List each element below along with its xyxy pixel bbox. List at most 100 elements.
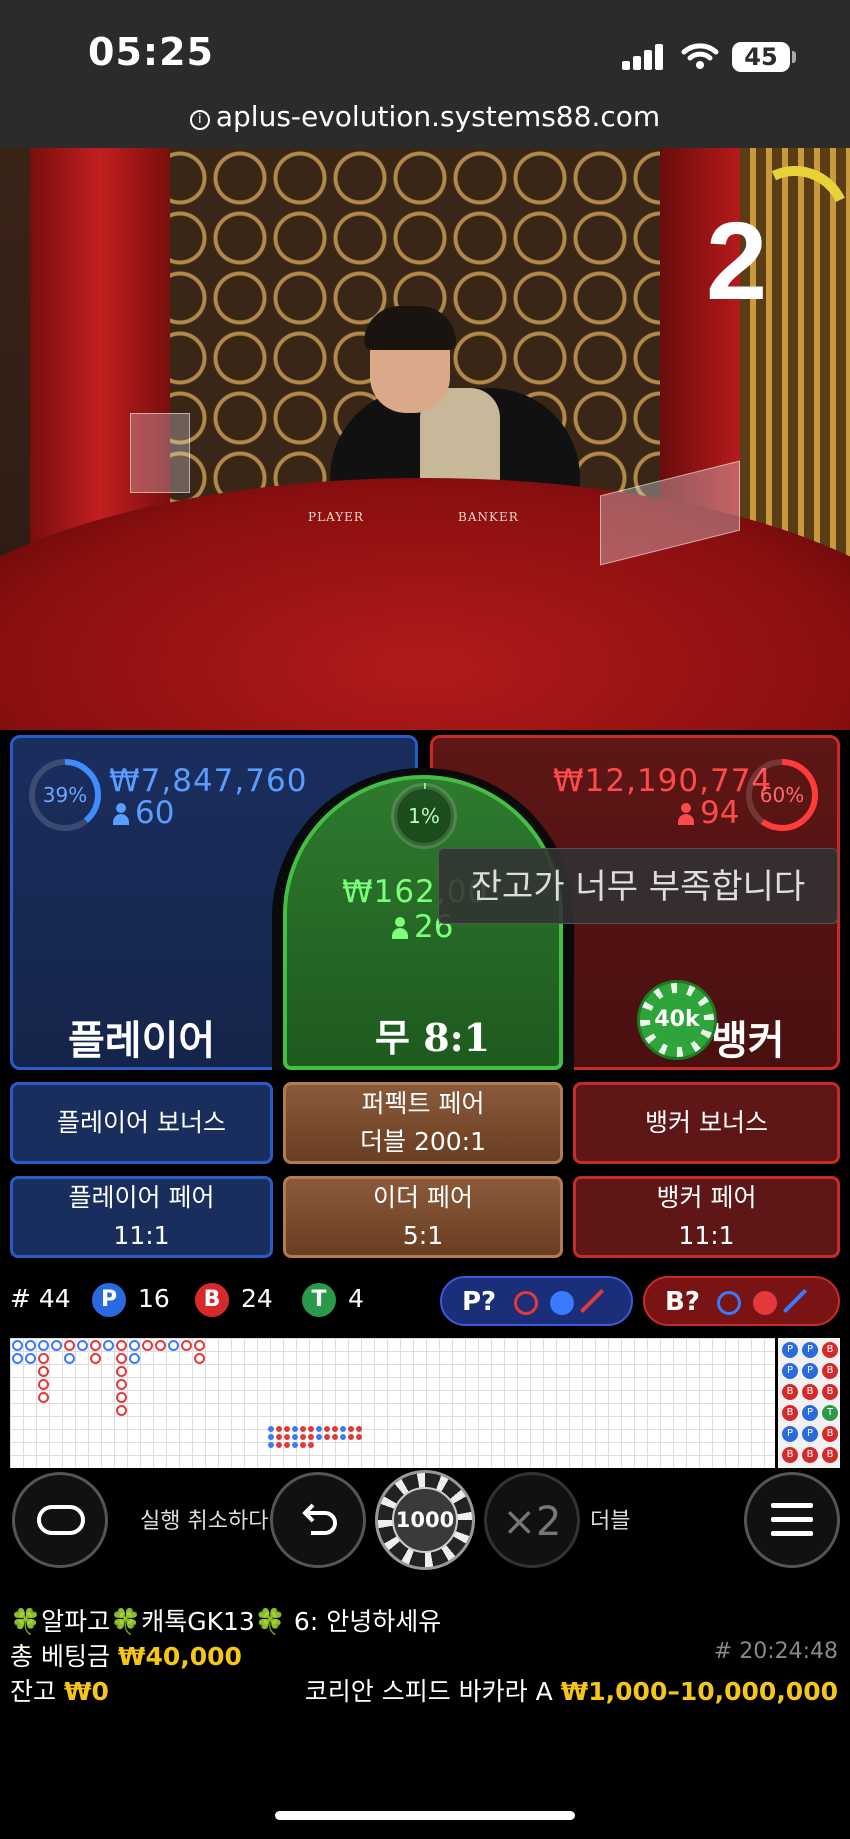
chip-selector[interactable]: 1000 [375,1470,475,1570]
roadmap-marker [308,1426,314,1432]
roadmap-marker [356,1426,362,1432]
roadmap-marker [308,1434,314,1440]
roadmap-marker [292,1434,298,1440]
roadmap-marker [38,1353,49,1364]
undo-button[interactable] [270,1472,366,1568]
banker-wins-icon: B [195,1283,229,1317]
player-total-amount: ₩7,847,760 [109,763,308,799]
roadmap-marker [38,1392,49,1403]
roadmap-grid[interactable] [10,1338,775,1468]
bead-marker: T [822,1405,838,1421]
discard-box [130,413,190,493]
roadmap-marker [12,1340,23,1351]
banker-percent: 60% [759,783,805,807]
table-limits: 코리안 스피드 바카라 A ₩1,000–10,000,000 [304,1677,838,1706]
player-percent: 39% [42,783,88,807]
roadmap-marker [292,1442,298,1448]
roadmap-marker [194,1340,205,1351]
perfect-pair-button[interactable]: 퍼펙트 페어 더블 200:1 [283,1082,563,1164]
roadmap-marker [25,1353,36,1364]
total-bet: 총 베팅금 ₩40,000 [10,1642,242,1671]
roadmap-marker [116,1405,127,1416]
undo-label: 실행 취소하다 [140,1509,269,1534]
banker-label: 뱅커 [711,1018,785,1064]
roadmap-marker [90,1340,101,1351]
roadmap-marker [116,1392,127,1403]
roadmap-marker [284,1426,290,1432]
predict-player-button[interactable]: P? [440,1276,633,1326]
either-pair-button[interactable]: 이더 페어 5:1 [283,1176,563,1258]
roadmap-marker [348,1434,354,1440]
home-indicator [275,1811,575,1820]
table-icon [37,1505,85,1535]
small-road-icon [753,1291,777,1315]
clock: 05:25 [88,30,214,74]
bead-marker: P [802,1405,818,1421]
chat-message: 🍀알파고🍀캐톡GK13🍀 6: 안녕하세유 [10,1607,442,1636]
bead-marker: B [822,1426,838,1442]
double-label: 더블 [590,1509,631,1534]
cellular-signal-icon [622,44,664,70]
big-road-icon [717,1291,741,1315]
player-bonus-button[interactable]: 플레이어 보너스 [10,1082,273,1164]
bead-marker: B [782,1447,798,1463]
roadmap-marker [116,1366,127,1377]
countdown: 2 [706,200,768,323]
roadmap-marker [38,1366,49,1377]
lobby-button[interactable] [12,1472,108,1568]
player-wins-icon: P [92,1283,126,1317]
roadmap-marker [181,1340,192,1351]
bead-marker: P [782,1342,798,1358]
address-bar[interactable]: i aplus-evolution.systems88.com [0,100,850,133]
bead-marker: B [822,1447,838,1463]
roadmap-marker [268,1434,274,1440]
bead-marker: B [782,1405,798,1421]
roadmap-marker [284,1442,290,1448]
banker-bonus-button[interactable]: 뱅커 보너스 [573,1082,840,1164]
person-icon [678,803,694,825]
banker-pair-button[interactable]: 뱅커 페어 11:1 [573,1176,840,1258]
big-road-icon [514,1291,538,1315]
roadmap-marker [51,1340,62,1351]
roadmap-marker [168,1340,179,1351]
table-label-banker: BANKER [458,510,519,524]
roadmap-marker [292,1426,298,1432]
bead-road[interactable]: PPBPPBBBBBPTPPBBBB [778,1338,840,1468]
roadmap-marker [332,1434,338,1440]
banker-wins-count: 24 [241,1284,273,1313]
person-icon [113,803,129,825]
roadmap-marker [103,1340,114,1351]
tie-wins-icon: T [302,1283,336,1317]
roadmap-marker [116,1353,127,1364]
bead-marker: P [802,1363,818,1379]
insufficient-balance-toast: 잔고가 너무 부족합니다 [438,848,838,924]
bead-marker: B [802,1384,818,1400]
predict-banker-button[interactable]: B? [643,1276,840,1326]
roadmap-marker [356,1434,362,1440]
undo-icon [302,1503,337,1535]
bead-marker: B [822,1384,838,1400]
roadmap-marker [284,1434,290,1440]
tie-wins-count: 4 [348,1284,364,1313]
menu-button[interactable] [744,1472,840,1568]
bead-marker: B [782,1384,798,1400]
status-bar: 05:25 45 i aplus-evolution.systems88.com [0,0,850,148]
battery-tip [792,51,796,63]
player-count: 60 [113,795,174,831]
bead-marker: P [802,1342,818,1358]
roadmap-marker [340,1426,346,1432]
balance: 잔고 ₩0 [10,1677,109,1706]
roadmap-marker [77,1340,88,1351]
player-pair-button[interactable]: 플레이어 페어 11:1 [10,1176,273,1258]
roadmap-marker [25,1340,36,1351]
roadmap-marker [90,1353,101,1364]
placed-chip-40k[interactable]: 40k [637,980,717,1060]
roadmap-marker [276,1434,282,1440]
double-button[interactable]: ×2 [484,1472,580,1568]
roadmap-marker [276,1426,282,1432]
round-id: # 20:24:48 [713,1639,838,1664]
roadmap-marker [64,1340,75,1351]
roadmap-marker [194,1353,205,1364]
roadmap-marker [300,1442,306,1448]
player-wins-count: 16 [138,1284,170,1313]
